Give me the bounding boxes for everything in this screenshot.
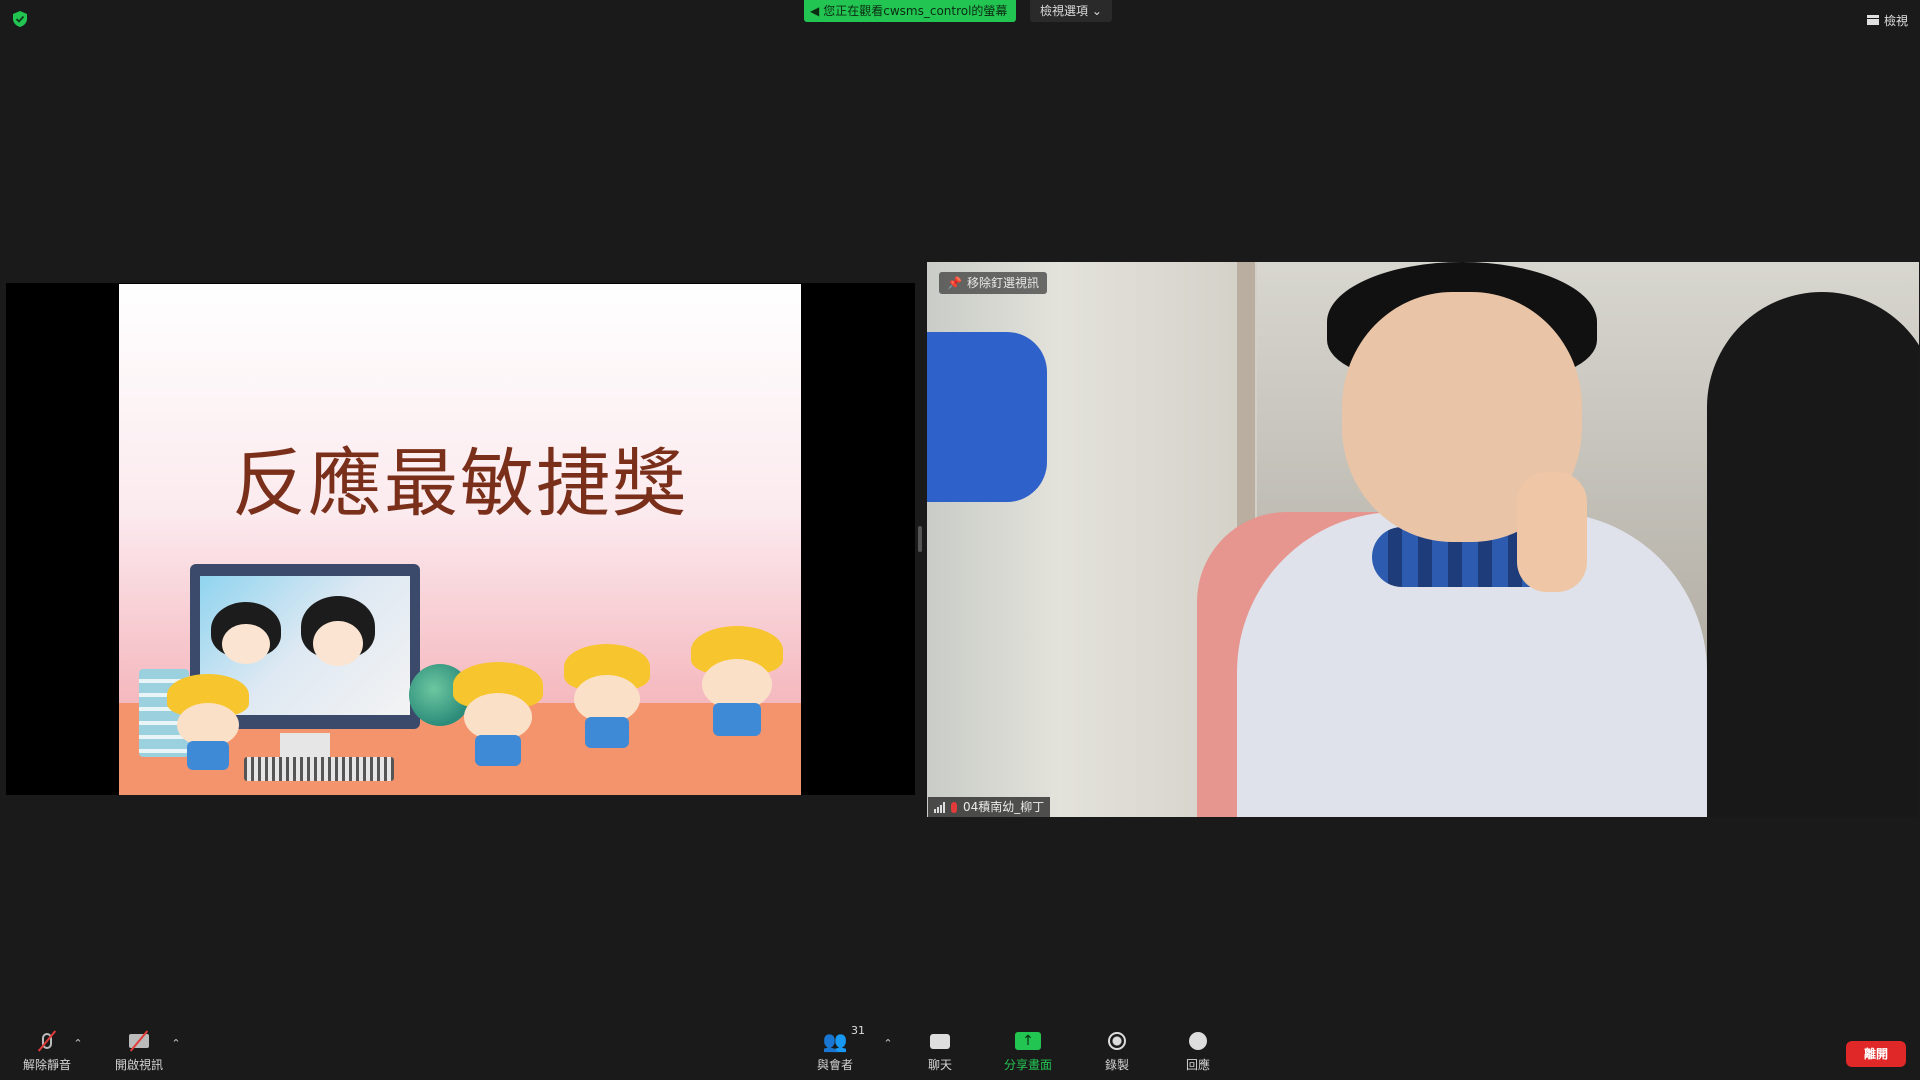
- child-illustration: [167, 674, 249, 770]
- share-banner-text: 您正在觀看cwsms_control的螢幕: [823, 4, 1008, 18]
- unpin-video-button[interactable]: 📌 移除釘選視訊: [939, 272, 1047, 294]
- participants-count: 31: [851, 1024, 865, 1037]
- chat-button[interactable]: 聊天: [897, 1030, 983, 1073]
- pin-icon: 📌: [947, 276, 962, 290]
- participant-name-tag: 04積南幼_柳丁: [928, 797, 1051, 817]
- audio-options-caret-icon[interactable]: ⌃: [72, 1038, 84, 1050]
- view-options-button[interactable]: 檢視選項 ⌄: [1030, 0, 1112, 22]
- reactions-label: 回應: [1185, 1058, 1210, 1072]
- reactions-button[interactable]: 回應: [1155, 1030, 1241, 1073]
- child-illustration: [691, 626, 783, 736]
- participants-options-caret-icon[interactable]: ⌃: [882, 1038, 894, 1050]
- child-illustration: [453, 662, 543, 766]
- child-illustration: [564, 644, 650, 748]
- reactions-icon: [1189, 1032, 1207, 1050]
- participants-icon: 👥: [822, 1029, 848, 1053]
- sound-icon: ◀: [810, 4, 820, 18]
- participant-name: 04積南幼_柳丁: [963, 800, 1045, 814]
- participants-button[interactable]: 👥 31 與會者: [792, 1024, 878, 1073]
- split-view-handle[interactable]: [918, 526, 922, 552]
- chat-icon: [930, 1033, 950, 1049]
- unpin-video-label: 移除釘選視訊: [966, 276, 1039, 290]
- participant-video[interactable]: [927, 262, 1919, 817]
- start-video-label: 開啟視訊: [114, 1058, 163, 1072]
- share-screen-button[interactable]: ↑ 分享畫面: [985, 1030, 1071, 1073]
- screen-share-banner: ◀ 您正在觀看cwsms_control的螢幕: [804, 0, 1016, 22]
- shared-slide: 反應最敏捷獎: [119, 284, 801, 795]
- record-label: 錄製: [1104, 1058, 1129, 1072]
- share-screen-label: 分享畫面: [1003, 1058, 1052, 1072]
- slide-title: 反應最敏捷獎: [232, 441, 688, 527]
- chat-label: 聊天: [927, 1058, 952, 1072]
- teacher-illustration: [211, 602, 281, 680]
- start-video-button[interactable]: 開啟視訊: [96, 1030, 182, 1073]
- video-options-caret-icon[interactable]: ⌃: [170, 1038, 182, 1050]
- grid-view-icon: [1866, 15, 1879, 25]
- view-label: 檢視: [1883, 13, 1908, 28]
- mic-muted-icon: [951, 801, 957, 813]
- security-shield-icon[interactable]: [12, 10, 28, 28]
- keyboard-illustration: [244, 757, 394, 781]
- record-button[interactable]: 錄製: [1074, 1030, 1160, 1073]
- view-layout-button[interactable]: 檢視: [1866, 10, 1908, 30]
- teacher-illustration: [301, 596, 375, 684]
- leave-meeting-button[interactable]: 離開: [1846, 1041, 1906, 1067]
- record-icon: [1108, 1032, 1126, 1050]
- signal-icon: [934, 801, 945, 813]
- share-screen-icon: ↑: [1015, 1032, 1041, 1050]
- unmute-label: 解除靜音: [22, 1058, 71, 1072]
- participants-label: 與會者: [816, 1058, 853, 1072]
